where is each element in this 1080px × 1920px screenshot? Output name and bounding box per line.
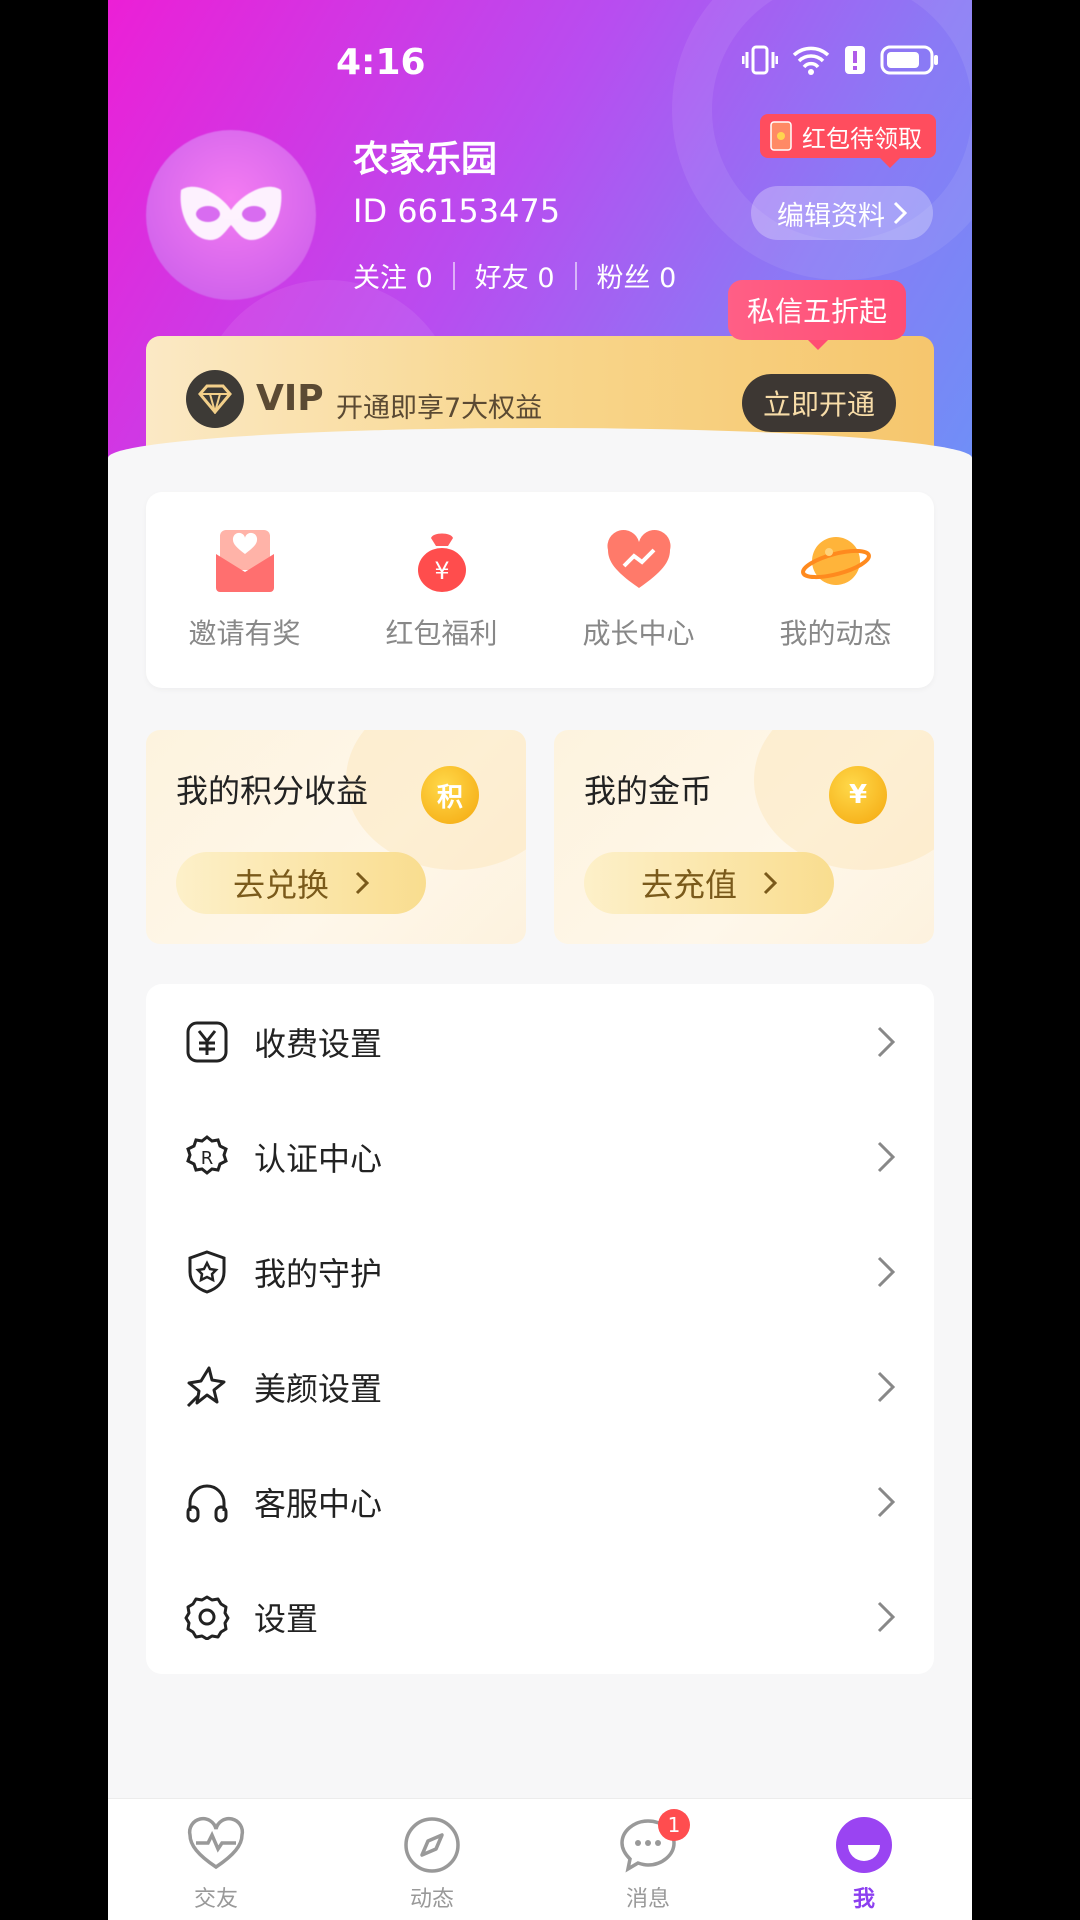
fans-count[interactable]: 粉丝 0 bbox=[597, 256, 677, 295]
status-icons bbox=[742, 44, 940, 76]
tab-me[interactable]: 我 bbox=[756, 1799, 972, 1920]
wifi-icon bbox=[792, 46, 830, 75]
quick-actions-card: 邀请有奖 ¥ 红包福利 成长中心 我的动态 bbox=[146, 492, 934, 688]
tab-label: 动态 bbox=[409, 1887, 454, 1912]
menu-item-label: 收费设置 bbox=[254, 1024, 383, 1063]
follow-count[interactable]: 关注 0 bbox=[353, 256, 433, 295]
money-bag-icon: ¥ bbox=[417, 533, 466, 592]
profile-face-icon bbox=[836, 1817, 892, 1873]
points-card[interactable]: 我的积分收益 积 去兑换 bbox=[146, 730, 526, 944]
quick-moments-label: 我的动态 bbox=[779, 617, 892, 650]
chevron-right-icon bbox=[355, 871, 369, 895]
menu-item-label: 认证中心 bbox=[254, 1139, 383, 1178]
quick-redpack-label: 红包福利 bbox=[385, 617, 498, 650]
menu-item-label: 设置 bbox=[254, 1599, 319, 1638]
menu-item-beauty-settings[interactable]: 美颜设置 bbox=[146, 1329, 934, 1444]
svg-text:¥: ¥ bbox=[434, 557, 449, 585]
vibrate-icon bbox=[742, 45, 778, 75]
username: 农家乐园 bbox=[353, 139, 498, 180]
friends-count[interactable]: 好友 0 bbox=[475, 256, 555, 295]
menu-item-fee-settings[interactable]: 收费设置 bbox=[146, 984, 934, 1099]
menu-item-certification[interactable]: R 认证中心 bbox=[146, 1099, 934, 1214]
tab-label: 交友 bbox=[193, 1887, 238, 1912]
status-time: 4:16 bbox=[336, 42, 426, 83]
recharge-button[interactable]: 去充值 bbox=[584, 852, 834, 914]
menu-item-label: 我的守护 bbox=[254, 1254, 383, 1293]
compass-icon bbox=[404, 1817, 460, 1873]
divider bbox=[452, 261, 455, 290]
chevron-right-icon bbox=[763, 871, 777, 895]
quick-moments[interactable]: 我的动态 bbox=[737, 492, 934, 688]
tab-friends[interactable]: 交友 bbox=[108, 1799, 324, 1920]
tab-messages[interactable]: 消息 1 bbox=[540, 1799, 756, 1920]
exchange-label: 去兑换 bbox=[232, 866, 329, 904]
battery-icon bbox=[880, 45, 938, 75]
chevron-right-icon bbox=[877, 1256, 896, 1287]
unread-badge: 1 bbox=[658, 1809, 690, 1841]
chevron-right-icon bbox=[877, 1026, 896, 1057]
tab-label: 消息 bbox=[625, 1887, 670, 1912]
gear-icon bbox=[184, 1595, 230, 1640]
vip-diamond-icon bbox=[186, 370, 244, 428]
settings-menu: 收费设置 R 认证中心 我的守护 美颜设置 客服中心 设置 bbox=[146, 984, 934, 1674]
quick-growth[interactable]: 成长中心 bbox=[540, 492, 737, 688]
tab-moments[interactable]: 动态 bbox=[324, 1799, 540, 1920]
vip-subtitle: 开通即享7大权益 bbox=[336, 393, 543, 424]
coins-card[interactable]: 我的金币 ¥ 去充值 bbox=[554, 730, 934, 944]
svg-text:R: R bbox=[201, 1148, 214, 1169]
alert-icon bbox=[845, 46, 865, 74]
coins-title: 我的金币 bbox=[584, 772, 713, 810]
chevron-right-icon bbox=[877, 1371, 896, 1402]
menu-item-my-guardian[interactable]: 我的守护 bbox=[146, 1214, 934, 1329]
edit-profile-button[interactable]: 编辑资料 bbox=[751, 186, 933, 240]
gold-coin-icon: ¥ bbox=[829, 766, 887, 824]
tab-label: 我 bbox=[852, 1887, 875, 1912]
redpack-pending-badge[interactable]: 红包待领取 bbox=[760, 114, 936, 168]
mask-icon bbox=[180, 186, 282, 240]
yen-box-icon bbox=[186, 1021, 228, 1062]
chevron-right-icon bbox=[877, 1601, 896, 1632]
chevron-right-icon bbox=[877, 1141, 896, 1172]
headphones-icon bbox=[186, 1484, 228, 1522]
menu-item-settings[interactable]: 设置 bbox=[146, 1559, 934, 1674]
recharge-label: 去充值 bbox=[640, 866, 737, 904]
shield-star-icon bbox=[188, 1249, 226, 1294]
growth-heart-icon bbox=[606, 529, 671, 588]
certified-badge-icon: R bbox=[186, 1134, 228, 1175]
menu-item-label: 客服中心 bbox=[254, 1484, 383, 1523]
quick-growth-label: 成长中心 bbox=[582, 617, 695, 650]
dm-discount-bubble: 私信五折起 bbox=[728, 280, 906, 350]
quick-redpack[interactable]: ¥ 红包福利 bbox=[343, 492, 540, 688]
points-coin-icon: 积 bbox=[421, 766, 479, 824]
profile-stats: 关注 0 好友 0 粉丝 0 bbox=[353, 256, 676, 295]
sparkle-star-icon bbox=[186, 1366, 226, 1407]
exchange-button[interactable]: 去兑换 bbox=[176, 852, 426, 914]
quick-invite-label: 邀请有奖 bbox=[188, 617, 301, 650]
user-id: ID 66153475 bbox=[353, 192, 561, 230]
points-title: 我的积分收益 bbox=[176, 772, 369, 810]
divider bbox=[574, 261, 577, 290]
profile-screen: 4:16 农家乐园 ID 66153475 关注 0 好友 0 粉丝 0 红包待… bbox=[108, 0, 972, 1920]
edit-profile-label: 编辑资料 bbox=[777, 200, 885, 232]
menu-item-label: 美颜设置 bbox=[254, 1369, 383, 1408]
bottom-tab-bar: 交友 动态 消息 1 我 bbox=[108, 1798, 972, 1920]
envelope-heart-icon bbox=[215, 530, 274, 592]
heartbeat-icon bbox=[187, 1816, 245, 1870]
avatar[interactable] bbox=[146, 130, 316, 300]
red-envelope-icon bbox=[770, 121, 792, 151]
status-bar: 4:16 bbox=[108, 0, 972, 120]
redpack-badge-label: 红包待领取 bbox=[802, 124, 922, 153]
planet-icon bbox=[800, 537, 871, 585]
vip-label: VIP bbox=[256, 378, 324, 419]
chevron-right-icon bbox=[877, 1486, 896, 1517]
menu-item-customer-service[interactable]: 客服中心 bbox=[146, 1444, 934, 1559]
chevron-right-icon bbox=[893, 201, 907, 225]
quick-invite[interactable]: 邀请有奖 bbox=[146, 492, 343, 688]
vip-open-button[interactable]: 立即开通 bbox=[742, 374, 896, 432]
